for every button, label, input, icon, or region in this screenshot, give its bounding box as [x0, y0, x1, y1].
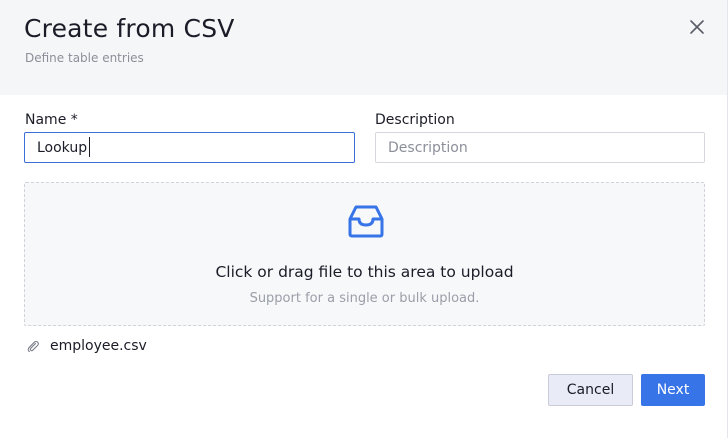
- dialog-title: Create from CSV: [24, 14, 235, 43]
- name-input[interactable]: [24, 132, 355, 163]
- name-label: Name *: [25, 112, 78, 128]
- cancel-button[interactable]: Cancel: [548, 374, 633, 406]
- uploaded-file-item[interactable]: employee.csv: [24, 336, 147, 356]
- upload-hint: Support for a single or bulk upload.: [249, 291, 480, 306]
- description-input[interactable]: [375, 132, 705, 163]
- description-label: Description: [375, 112, 455, 128]
- dialog-header: Create from CSV Define table entries: [0, 0, 727, 95]
- inbox-icon: [348, 205, 384, 238]
- text-caret: [89, 137, 90, 157]
- file-name: employee.csv: [50, 338, 147, 354]
- paperclip-icon: [27, 340, 39, 353]
- upload-instruction: Click or drag file to this area to uploa…: [215, 263, 514, 281]
- next-button[interactable]: Next: [641, 374, 705, 406]
- file-upload-dropzone[interactable]: Click or drag file to this area to uploa…: [24, 182, 705, 326]
- close-icon: [690, 20, 704, 34]
- close-button[interactable]: [686, 16, 708, 38]
- create-from-csv-dialog: Create from CSV Define table entries Nam…: [0, 0, 728, 438]
- dialog-subtitle: Define table entries: [25, 51, 144, 65]
